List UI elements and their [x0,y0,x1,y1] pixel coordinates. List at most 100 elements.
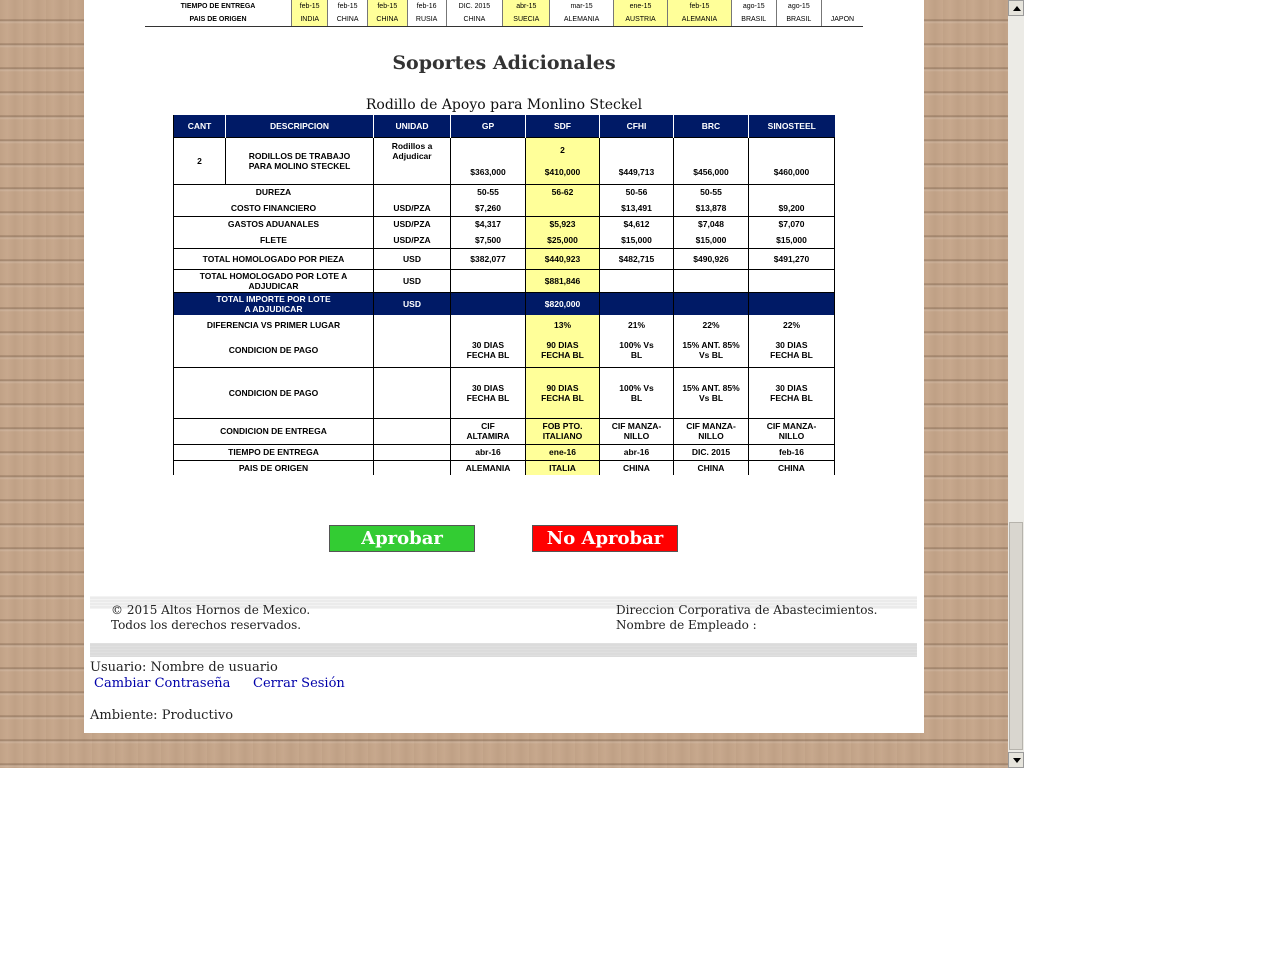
cell-cfhi: 100% Vs BL [599,334,674,367]
cell-sinosteel: CIF MANZA- NILLO [748,417,835,444]
cell-gp: $7,500 [450,232,526,248]
row-label: DUREZA [173,183,374,200]
top-strip-cell: feb-16 [406,0,447,13]
col-header-descripcion: DESCRIPCION [225,115,374,138]
top-strip-cell: CHINA [327,13,368,27]
user-info: Usuario: Nombre de usuario [90,660,278,675]
cell-gp: ALEMANIA [450,459,526,475]
top-strip-cell [820,0,863,13]
col-header-sinosteel: SINOSTEEL [748,115,835,138]
top-strip-cell: ene-15 [612,0,668,13]
cell-sinosteel [748,183,835,200]
footer-rights: Todos los derechos reservados. [111,618,302,632]
vertical-scrollbar[interactable] [1008,0,1024,768]
footer-copyright: © 2015 Altos Hornos de Mexico. [111,603,311,617]
scroll-up-button[interactable] [1008,0,1024,16]
table-title: Rodillo de Apoyo para Monlino Steckel [365,97,643,113]
footer-bar [90,643,917,657]
cell-cfhi: 50-56 [599,183,674,200]
cell-brc [673,291,749,315]
cell-brc: $15,000 [673,232,749,248]
cell-sdf: 90 DIAS FECHA BL [525,334,600,367]
cell-brc: 15% ANT. 85% Vs BL [673,334,749,367]
row-label: CONDICION DE PAGO [173,334,374,367]
cell-sinosteel: $9,200 [748,200,835,216]
cell-sdf: $5,923 [525,215,600,232]
row-label: CONDICION DE ENTREGA [173,417,374,444]
table-row: TOTAL HOMOLOGADO POR PIEZA USD $382,077 … [173,247,835,269]
top-strip-row: TIEMPO DE ENTREGA feb-15 feb-15 feb-15 f… [145,0,863,13]
cell-brc: DIC. 2015 [673,443,749,460]
top-strip-cell: SUECIA [502,13,550,27]
price-sdf: $410,000 [525,161,600,184]
top-strip-cell: feb-15 [366,0,408,13]
cell-brc: $13,878 [673,200,749,216]
table-row: DUREZA 50-55 56-62 50-56 50-55 [173,183,835,200]
row-label: DIFERENCIA VS PRIMER LUGAR [173,315,374,334]
change-password-link[interactable]: Cambiar Contraseña [94,676,230,691]
cell-gp: abr-16 [450,443,526,460]
environment-value: Productivo [161,708,234,723]
comparison-table: CANT DESCRIPCION UNIDAD GP SDF CFHI BRC … [173,115,835,475]
cell-sdf: $440,923 [525,247,600,269]
item-row: 2 RODILLOS DE TRABAJO PARA MOLINO STECKE… [173,137,835,184]
cell-sinosteel: $491,270 [748,247,835,269]
section-title: Soportes Adicionales [392,52,616,74]
scroll-down-button[interactable] [1008,752,1024,768]
environment-info: Ambiente: Productivo [90,708,233,723]
row-unit: USD [373,268,451,292]
footer-department: Direccion Corporativa de Abastecimientos… [616,603,878,617]
table-row: PAIS DE ORIGEN ALEMANIA ITALIA CHINA CHI… [173,459,835,475]
cell-cfhi: CHINA [599,459,674,475]
cell-brc: $7,048 [673,215,749,232]
cell-sinosteel: $15,000 [748,232,835,248]
row-label: FLETE [173,232,374,248]
price-sinosteel: $460,000 [748,161,835,184]
logout-link[interactable]: Cerrar Sesión [253,676,345,691]
reject-button[interactable]: No Aprobar [532,525,678,552]
cell-sdf: $25,000 [525,232,600,248]
cell-gp [450,291,526,315]
row-unit [373,334,451,367]
top-strip-table: TIEMPO DE ENTREGA feb-15 feb-15 feb-15 f… [145,0,863,27]
cell-cfhi: $13,491 [599,200,674,216]
row-unit [373,315,451,334]
top-strip-cell: feb-15 [290,0,328,13]
price-cfhi: $449,713 [599,161,674,184]
environment-label: Ambiente: [90,708,158,723]
table-row: CONDICION DE PAGO 30 DIAS FECHA BL 90 DI… [173,366,835,418]
cell-sdf: FOB PTO. ITALIANO [525,417,600,444]
cell-sinosteel: $7,070 [748,215,835,232]
top-strip-cell: ALEMANIA [667,13,732,27]
cell-brc: $490,926 [673,247,749,269]
cell-cfhi: $482,715 [599,247,674,269]
arrow-down-icon [1013,758,1021,763]
cell-sinosteel [748,268,835,292]
top-strip-cell: BRASIL [730,13,777,27]
row-unit [373,417,451,444]
row-label: COSTO FINANCIERO [173,200,374,216]
cell-sdf: 13% [525,315,600,334]
user-name: Nombre de usuario [150,660,278,675]
cell-sdf: $820,000 [525,291,600,315]
top-strip-row: PAIS DE ORIGEN INDIA CHINA CHINA RUSIA C… [145,13,863,27]
row-unit [373,366,451,418]
row-label: TOTAL HOMOLOGADO POR PIEZA [173,247,374,269]
row-unit [373,183,451,200]
cell-cfhi: $4,612 [599,215,674,232]
cell-brc: 15% ANT. 85% Vs BL [673,366,749,418]
cell-gp: $7,260 [450,200,526,216]
row-unit: USD/PZA [373,200,451,216]
user-label: Usuario: [90,660,147,675]
cell-sinosteel: 22% [748,315,835,334]
cell-brc: CIF MANZA- NILLO [673,417,749,444]
approve-button[interactable]: Aprobar [329,525,475,552]
top-strip-label: TIEMPO DE ENTREGA [180,3,256,10]
cell-cfhi: $15,000 [599,232,674,248]
top-strip-cell: CHINA [445,13,503,27]
table-row: CONDICION DE ENTREGA CIF ALTAMIRA FOB PT… [173,417,835,444]
cell-sdf: $881,846 [525,268,600,292]
scroll-thumb[interactable] [1009,522,1023,750]
top-strip-cell: JAPON [820,13,863,27]
cell-sdf: ene-16 [525,443,600,460]
